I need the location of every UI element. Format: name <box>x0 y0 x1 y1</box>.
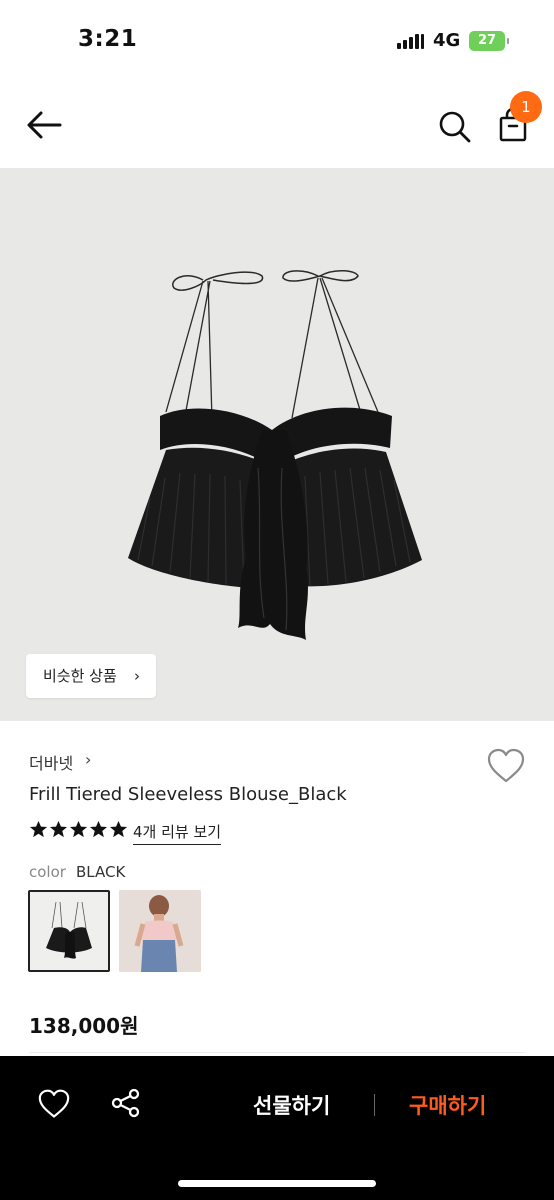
similar-products-label: 비슷한 상품 <box>43 667 117 685</box>
divider <box>29 1052 525 1053</box>
star-icon <box>29 820 48 838</box>
battery-icon: 27 <box>469 31 509 51</box>
divider <box>374 1094 375 1116</box>
review-link[interactable]: 4개 리뷰 보기 <box>133 821 222 845</box>
share-button[interactable] <box>110 1087 142 1119</box>
heart-icon <box>487 748 525 783</box>
swatch-thumbnail <box>46 901 92 959</box>
blouse-image <box>128 270 422 640</box>
status-bar: 3:21 4G 27 <box>0 0 554 80</box>
color-value: BLACK <box>76 863 126 881</box>
app-header <box>0 80 554 168</box>
back-arrow-icon <box>27 111 62 139</box>
back-button[interactable] <box>24 106 64 146</box>
chevron-right-icon: › <box>134 667 140 685</box>
search-button[interactable] <box>436 106 474 146</box>
buy-button[interactable]: 구매하기 <box>409 1090 486 1120</box>
star-icon <box>109 820 128 838</box>
chevron-right-icon: › <box>85 750 92 769</box>
swatch-thumbnail <box>119 890 201 972</box>
network-label: 4G <box>433 30 461 51</box>
star-icon <box>49 820 68 838</box>
product-image[interactable]: 비슷한 상품 › <box>0 168 554 721</box>
cart-count-badge: 1 <box>510 91 542 123</box>
star-icon <box>69 820 88 838</box>
battery-level: 27 <box>477 33 497 48</box>
search-icon <box>439 111 471 143</box>
color-swatch-black[interactable] <box>28 890 110 972</box>
bottom-wishlist-button[interactable] <box>37 1089 71 1119</box>
share-icon <box>111 1088 140 1118</box>
brand-link[interactable]: 더바넷 <box>29 750 73 774</box>
wishlist-button[interactable] <box>486 748 526 784</box>
bottom-action-bar: 선물하기 구매하기 <box>0 1056 554 1200</box>
star-icon <box>89 820 108 838</box>
color-label: color <box>29 863 66 881</box>
product-price: 138,000원 <box>29 1014 139 1038</box>
heart-icon <box>38 1089 70 1118</box>
signal-icon <box>397 33 425 49</box>
status-time: 3:21 <box>78 26 138 52</box>
color-swatch-model[interactable] <box>119 890 201 972</box>
similar-products-button[interactable]: 비슷한 상품 › <box>26 654 156 698</box>
gift-button[interactable]: 선물하기 <box>253 1090 330 1120</box>
home-indicator[interactable] <box>178 1180 376 1187</box>
product-name: Frill Tiered Sleeveless Blouse_Black <box>29 784 347 805</box>
